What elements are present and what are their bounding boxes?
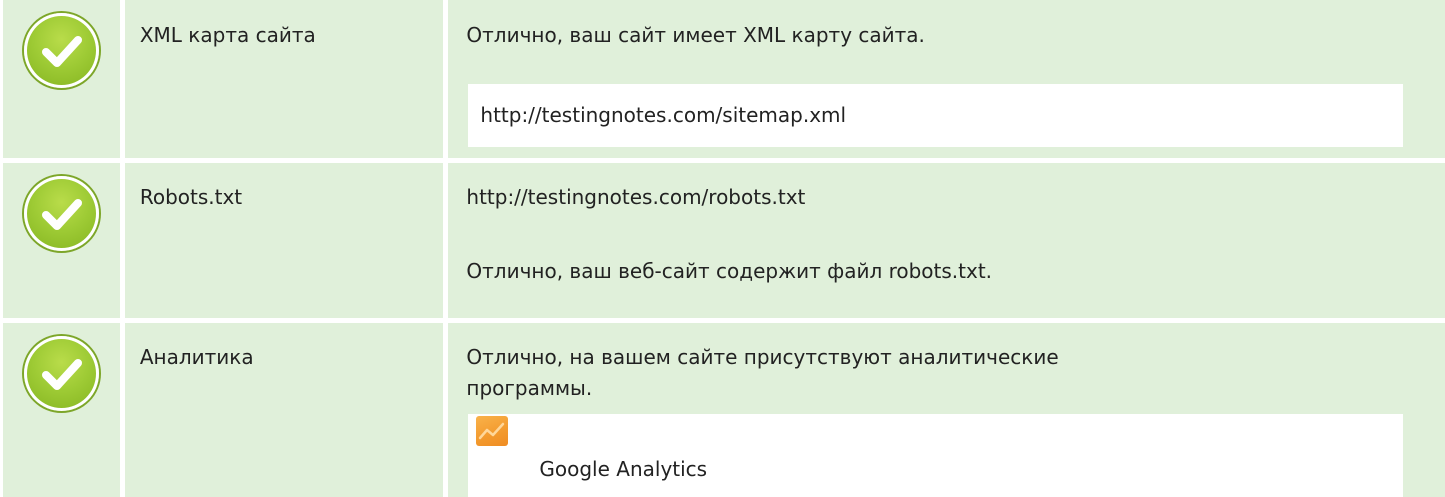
check-name-cell: Аналитика xyxy=(124,323,444,497)
sitemap-url[interactable]: http://testingnotes.com/sitemap.xml xyxy=(480,99,846,132)
status-cell xyxy=(3,163,120,318)
seo-checks-table: XML карта сайта Отлично, ваш сайт имеет … xyxy=(0,0,1445,497)
check-circle-icon xyxy=(23,176,99,251)
result-message: Отлично, ваш веб-сайт содержит файл robo… xyxy=(466,259,993,283)
sitemap-url-box: http://testingnotes.com/sitemap.xml xyxy=(468,84,1404,147)
result-message: Отлично, ваш сайт имеет XML карту сайта. xyxy=(466,23,925,47)
check-result-cell: Отлично, ваш сайт имеет XML карту сайта.… xyxy=(448,0,1445,158)
check-circle-icon xyxy=(23,13,99,88)
status-cell xyxy=(3,0,120,158)
check-name: Аналитика xyxy=(139,345,254,369)
result-message-line2: программы. xyxy=(466,376,593,400)
table-row: XML карта сайта Отлично, ваш сайт имеет … xyxy=(0,0,1445,158)
check-result-cell: Отлично, на вашем сайте присутствуют ана… xyxy=(448,323,1445,497)
analytics-tool-label: Google Analytics xyxy=(539,457,708,481)
check-circle-icon xyxy=(23,336,99,411)
google-analytics-icon xyxy=(476,416,509,446)
table-row: Robots.txt http://testingnotes.com/robot… xyxy=(0,163,1445,318)
status-cell xyxy=(3,323,120,497)
robots-url[interactable]: http://testingnotes.com/robots.txt xyxy=(466,181,805,214)
check-result-cell: http://testingnotes.com/robots.txt Отлич… xyxy=(448,163,1445,318)
table-row: Аналитика Отлично, на вашем сайте присут… xyxy=(0,323,1445,497)
result-message-line1: Отлично, на вашем сайте присутствуют ана… xyxy=(466,345,1059,369)
check-name-cell: Robots.txt xyxy=(124,163,444,318)
check-name: Robots.txt xyxy=(139,185,243,209)
check-name-cell: XML карта сайта xyxy=(124,0,444,158)
check-name: XML карта сайта xyxy=(139,23,316,47)
analytics-tool-box: Google Analytics xyxy=(468,414,1404,497)
